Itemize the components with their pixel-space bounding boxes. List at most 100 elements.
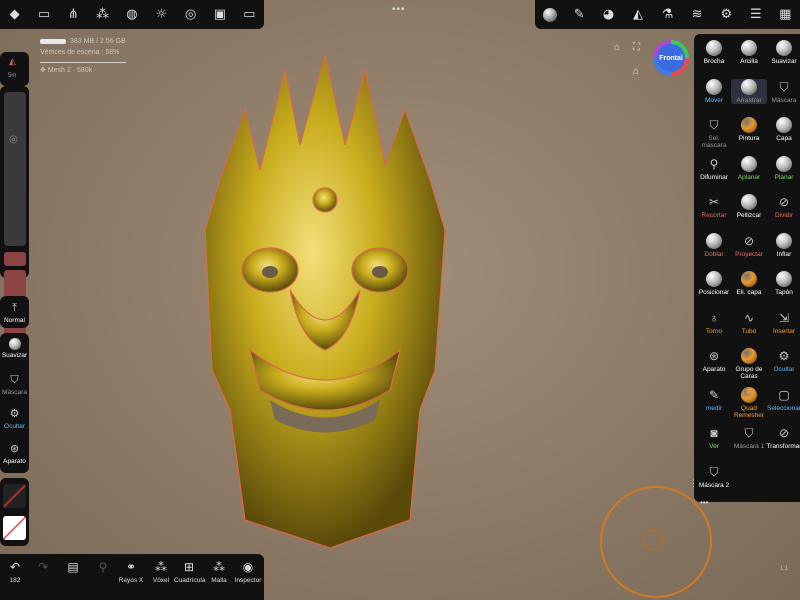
insertar-icon: ⇲ <box>778 310 790 325</box>
brush-icon[interactable]: ✎ <box>570 6 588 24</box>
tool-ocultar[interactable]: ⚙ Ocultar <box>766 348 800 373</box>
tool-label: Aparato <box>702 366 726 373</box>
tool-medir[interactable]: ✎ medir <box>696 387 732 412</box>
tool-quad-remesher[interactable]: ▦ Quad Remesher <box>731 386 767 419</box>
tool-tubo[interactable]: ∿ Tubo <box>731 310 767 335</box>
posicionar-icon <box>706 271 722 287</box>
tool-mascara[interactable]: ⛉ Máscara <box>766 79 800 104</box>
arrow-up-icon: ⤒ <box>12 302 17 314</box>
orientation-gizmo[interactable]: Frontal <box>653 40 689 76</box>
scene-tree-icon[interactable]: ⋔ <box>64 6 82 24</box>
tool-ver[interactable]: ◙ Ver <box>696 425 732 450</box>
tool-label: Ocultar <box>773 366 795 373</box>
tool-proyectar[interactable]: ⊘ Proyectar <box>731 233 767 258</box>
tool-doblar[interactable]: Doblar <box>696 232 732 258</box>
mesh-icon: ⁂ <box>213 560 225 574</box>
malla-button[interactable]: ⁂ Malla <box>204 560 234 584</box>
primary-color-swatch[interactable] <box>3 516 26 540</box>
tool-seleccionar[interactable]: ▢ Seleccionar <box>766 387 800 412</box>
tool-dividir[interactable]: ⊘ Dividir <box>766 194 800 219</box>
tool-label: Tubo <box>741 327 757 335</box>
undo-button[interactable]: ↶ 182 <box>0 560 30 584</box>
tool-mover[interactable]: Mover <box>696 78 732 104</box>
light-icon[interactable]: ☼ <box>152 6 170 24</box>
tool-sel-mascara[interactable]: ⛉ Sel. máscara <box>696 117 732 149</box>
mascara-button[interactable]: ⛉ Máscara <box>0 373 29 396</box>
undo-count: 182 <box>9 577 21 584</box>
tool-arrastrar[interactable]: Arrastrar <box>731 78 767 104</box>
tool-tapon[interactable]: Tapón <box>766 271 800 296</box>
camera-icon[interactable]: ▭ <box>240 6 258 24</box>
tool-capa[interactable]: Capa <box>766 117 800 142</box>
left-slider-panel: ◎ ϟ <box>0 86 29 360</box>
voxel-button[interactable]: ⁂ Vóxel <box>146 560 176 584</box>
top-toolbar-left: ◆ ▭ ⋔ ⁂ ◍ ☼ ◎ ▣ ▭ <box>0 0 264 29</box>
tool-planar[interactable]: Planar <box>766 155 800 181</box>
tool-aplanar[interactable]: Aplanar <box>731 155 767 181</box>
tool-suavizar[interactable]: Suavizar <box>766 40 800 65</box>
normal-button[interactable]: ⤒ Normal <box>0 301 29 324</box>
mascara-1-icon: ⛉ <box>744 426 754 440</box>
arrastrar-icon <box>741 78 757 95</box>
sliders-icon[interactable]: ☰ <box>747 6 765 24</box>
flask-icon[interactable]: ⚗ <box>658 6 676 24</box>
settings-gear-icon[interactable]: ⚙ <box>717 6 735 24</box>
hide-icon: ⚙ <box>9 408 20 420</box>
proyectar-icon: ⊘ <box>743 233 755 248</box>
more-dots-icon[interactable]: ••• <box>392 4 406 15</box>
tool-transformar[interactable]: ⊘ Transformar <box>766 425 800 450</box>
tool-recortar[interactable]: ✂ Recortar <box>696 194 732 219</box>
tool-brocha[interactable]: Brocha <box>696 40 732 65</box>
layers-icon[interactable]: ≋ <box>688 6 706 24</box>
radius-slider[interactable]: ◎ <box>4 92 26 246</box>
tool-aparato[interactable]: ⊛ Aparato <box>696 348 732 373</box>
bottom-toolbar: ↶ 182 ↷ ▤ ⚲ ⚭ Rayos X ⁂ Vóxel ⊞ Cuadrícula ⁂… <box>0 554 264 600</box>
palette-icon[interactable]: ◕ <box>600 6 618 24</box>
tool-torno[interactable]: ♁ Torno <box>696 310 732 335</box>
tool-mascara-1[interactable]: ⛉ Máscara 1 <box>731 425 767 450</box>
ocultar-button[interactable]: ⚙ Ocultar <box>0 407 29 430</box>
tool-label: Pintura <box>738 135 760 142</box>
tool-difuminar[interactable]: ⚲ Difuminar <box>696 156 732 181</box>
rayos-x-button[interactable]: ⚭ Rayos X <box>116 560 146 584</box>
objects-icon[interactable]: ⁂ <box>94 6 112 24</box>
globe-icon[interactable]: ◍ <box>123 6 141 24</box>
zoom-level: 1:1 <box>780 566 789 572</box>
tool-inflar[interactable]: Inflar <box>766 232 800 258</box>
tool-mascara-2[interactable]: ⛉ Máscara 2 <box>696 464 732 489</box>
inspector-button[interactable]: ◉ Inspector <box>233 560 263 584</box>
secondary-color-swatch[interactable] <box>3 484 26 508</box>
tool-insertar[interactable]: ⇲ Insertar <box>766 310 800 335</box>
search-button[interactable]: ⚲ <box>88 560 118 577</box>
tool-grupo-de-caras[interactable]: Grupo de Caras <box>731 348 767 380</box>
image-icon[interactable]: ▣ <box>211 6 229 24</box>
redo-button[interactable]: ↷ <box>28 560 58 577</box>
sphere-tool-icon[interactable] <box>541 6 559 24</box>
intensity-slider-handle[interactable] <box>4 252 26 266</box>
nomad-logo-icon[interactable]: ◆ <box>6 6 24 24</box>
toolbox-icon[interactable]: ▦ <box>776 6 794 24</box>
cuadricula-button[interactable]: ⊞ Cuadrícula <box>174 560 205 584</box>
panel-more-icon[interactable]: ••• <box>700 498 708 507</box>
tool-eli-capa[interactable]: Eli. capa <box>731 271 767 296</box>
aparato-button[interactable]: ⊛ Aparato <box>0 442 29 465</box>
suavizar-button[interactable]: Suavizar <box>0 338 29 359</box>
home-icon[interactable]: ⌂ <box>633 66 639 77</box>
radius-icon[interactable]: ◭ <box>9 56 16 67</box>
shading-icon[interactable]: ◭ <box>629 6 647 24</box>
divider <box>40 62 126 63</box>
tool-posicionar[interactable]: Posicionar <box>696 271 732 296</box>
tool-arcilla[interactable]: Arcilla <box>731 40 767 65</box>
fullscreen-icon[interactable]: ⛶ <box>633 42 640 53</box>
tool-pintura[interactable]: Pintura <box>731 117 767 142</box>
tool-label: Grupo de Caras <box>735 366 763 380</box>
tool-pellizcar[interactable]: Pellizcar <box>731 194 767 219</box>
ver-icon: ◙ <box>710 426 718 440</box>
tool-label: Sel. máscara <box>701 135 727 149</box>
notes-button[interactable]: ▤ <box>58 560 88 577</box>
panel-dots-icon[interactable]: ⋮ <box>689 478 698 489</box>
folder-icon[interactable]: ▭ <box>35 6 53 24</box>
tool-label: Dividir <box>774 212 794 219</box>
material-icon[interactable]: ◎ <box>182 6 200 24</box>
lock-icon[interactable]: ⌂ <box>614 42 620 53</box>
